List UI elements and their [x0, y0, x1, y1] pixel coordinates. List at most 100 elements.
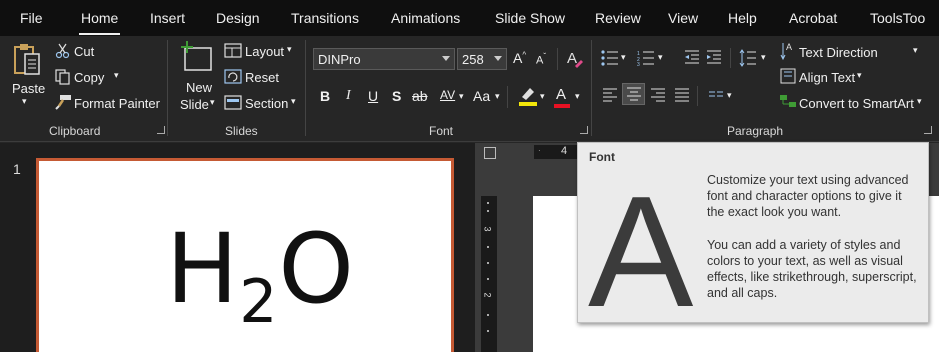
highlighter-icon[interactable] — [518, 85, 538, 107]
chevron-down-icon[interactable]: ▾ — [658, 52, 663, 63]
tab-transitions[interactable]: Transitions — [291, 10, 359, 26]
slide-text-h: H — [166, 213, 240, 325]
align-text-button[interactable]: Align Text — [799, 70, 855, 85]
slides-pane: 1 H2O — [0, 143, 475, 352]
tab-review[interactable]: Review — [595, 10, 641, 26]
chevron-down-icon[interactable]: ▾ — [621, 52, 626, 63]
tab-acrobat[interactable]: Acrobat — [789, 10, 837, 26]
chevron-down-icon[interactable]: ▾ — [917, 96, 922, 107]
svg-text:3: 3 — [637, 62, 640, 66]
tab-slide-show[interactable]: Slide Show — [495, 10, 565, 26]
chevron-down-icon[interactable]: ▾ — [495, 91, 500, 102]
slides-group-label: Slides — [225, 124, 258, 138]
increase-indent-icon[interactable] — [706, 50, 722, 64]
cut-button[interactable]: Cut — [74, 44, 94, 59]
character-spacing-button[interactable]: AV — [440, 88, 455, 102]
chevron-down-icon[interactable]: ▾ — [287, 44, 292, 55]
align-center-icon — [627, 87, 641, 101]
copy-button[interactable]: Copy — [74, 70, 104, 85]
chevron-down-icon[interactable]: ▾ — [575, 91, 580, 102]
layout-button[interactable]: Layout — [245, 44, 284, 59]
ribbon-tab-bar: File Home Insert Design Transitions Anim… — [0, 0, 939, 36]
tab-selector[interactable] — [484, 147, 496, 159]
italic-button[interactable]: I — [346, 88, 351, 104]
chevron-down-icon[interactable] — [494, 56, 502, 61]
text-direction-button[interactable]: Text Direction — [799, 45, 878, 60]
chevron-down-icon[interactable]: ▾ — [727, 90, 732, 101]
new-slide-label-2[interactable]: Slide — [180, 97, 209, 112]
new-slide-label-1[interactable]: New — [186, 80, 212, 95]
strikethrough-button[interactable]: ab — [412, 88, 428, 104]
new-slide-icon — [181, 41, 212, 71]
numbering-icon[interactable]: 1 2 3 — [637, 50, 655, 66]
ruler-tick-label: 2 — [482, 292, 493, 298]
font-name-combobox[interactable]: DINPro — [313, 48, 455, 70]
format-painter-icon — [55, 95, 71, 110]
tab-design[interactable]: Design — [216, 10, 260, 26]
chevron-down-icon[interactable]: ▾ — [857, 70, 862, 81]
group-divider — [507, 86, 508, 108]
shadow-button[interactable]: S — [392, 88, 401, 104]
slide-thumbnail[interactable]: H2O — [36, 158, 454, 352]
tab-toolstoo[interactable]: ToolsToo — [870, 10, 925, 26]
chevron-down-icon[interactable]: ▾ — [913, 45, 918, 56]
tab-insert[interactable]: Insert — [150, 10, 185, 26]
font-name-value: DINPro — [318, 52, 361, 67]
font-size-combobox[interactable]: 258 — [457, 48, 507, 70]
align-right-icon[interactable] — [650, 88, 666, 102]
section-button[interactable]: Section — [245, 96, 288, 111]
decrease-indent-icon[interactable] — [684, 50, 700, 64]
grow-font-button[interactable]: A^ — [513, 50, 526, 66]
tab-help[interactable]: Help — [728, 10, 757, 26]
tab-animations[interactable]: Animations — [391, 10, 460, 26]
clear-formatting-icon[interactable]: A — [566, 49, 584, 69]
layout-icon — [224, 43, 242, 58]
underline-button[interactable]: U — [368, 88, 378, 104]
ribbon: Paste ▾ Cut Copy ▾ Format Painter Clipbo… — [0, 36, 939, 142]
chevron-down-icon[interactable]: ▾ — [761, 52, 766, 63]
chevron-down-icon[interactable]: ▾ — [540, 91, 545, 102]
ruler-dot: · — [538, 146, 541, 155]
font-launcher-icon[interactable] — [580, 126, 588, 134]
slide-text-subscript: 2 — [239, 267, 279, 337]
group-divider — [591, 40, 592, 136]
clipboard-launcher-icon[interactable] — [157, 126, 165, 134]
align-left-icon[interactable] — [602, 88, 618, 102]
tab-file[interactable]: File — [20, 10, 43, 26]
tooltip-description: You can add a variety of styles and colo… — [707, 238, 917, 300]
align-text-icon — [780, 68, 796, 84]
chevron-down-icon[interactable]: ▾ — [210, 97, 215, 108]
smartart-icon — [780, 95, 796, 107]
chevron-down-icon[interactable]: ▾ — [459, 91, 464, 102]
ruler-tick-label: 4 — [561, 145, 568, 157]
align-center-button[interactable] — [622, 83, 645, 105]
group-divider — [167, 40, 168, 136]
shrink-font-button[interactable]: Aˇ — [536, 52, 546, 67]
chevron-down-icon[interactable] — [442, 56, 450, 61]
tooltip-title: Font — [589, 150, 615, 164]
font-color-swatch — [554, 104, 570, 108]
paste-label: Paste — [12, 81, 46, 96]
bold-button[interactable]: B — [320, 88, 330, 104]
tab-view[interactable]: View — [668, 10, 698, 26]
columns-icon[interactable] — [708, 90, 724, 100]
font-size-value: 258 — [462, 52, 484, 67]
justify-icon[interactable] — [674, 88, 690, 102]
ruler-dot — [487, 210, 489, 212]
vertical-ruler[interactable]: 3 2 — [481, 196, 497, 352]
change-case-button[interactable]: Aa — [473, 88, 490, 104]
paragraph-launcher-icon[interactable] — [924, 126, 932, 134]
chevron-down-icon[interactable]: ▾ — [291, 96, 296, 107]
reset-icon — [224, 69, 242, 84]
group-divider — [730, 48, 731, 68]
bullets-icon[interactable] — [601, 50, 619, 66]
chevron-down-icon[interactable]: ▾ — [114, 70, 119, 81]
format-painter-button[interactable]: Format Painter — [74, 96, 160, 111]
convert-smartart-button[interactable]: Convert to SmartArt — [799, 96, 914, 111]
font-tooltip: Font A Customize your text using advance… — [577, 142, 929, 331]
tab-home[interactable]: Home — [78, 10, 121, 35]
ruler-dot — [487, 314, 489, 316]
line-spacing-icon[interactable] — [739, 49, 757, 67]
ruler-dot — [487, 202, 489, 204]
reset-button[interactable]: Reset — [245, 70, 279, 85]
